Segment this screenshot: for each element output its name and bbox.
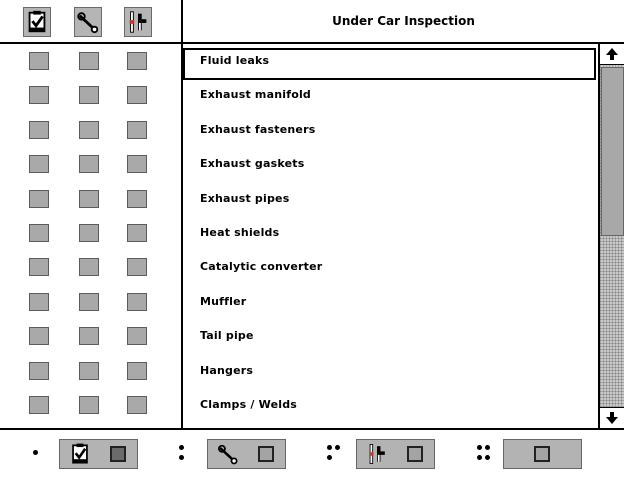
clipboard-check-icon[interactable] xyxy=(23,7,51,37)
list-item[interactable]: Clamps / Welds xyxy=(0,388,598,422)
footer-tab-4[interactable] xyxy=(503,439,582,469)
item-label: Exhaust fasteners xyxy=(200,122,316,136)
item-checkbox[interactable] xyxy=(29,292,49,311)
list-item[interactable]: Hangers xyxy=(0,354,598,388)
footer-tab-1[interactable] xyxy=(59,439,138,469)
item-checkbox[interactable] xyxy=(79,258,99,277)
clipboard-check-icon xyxy=(72,443,88,464)
item-checkbox[interactable] xyxy=(127,189,147,208)
item-checkbox[interactable] xyxy=(79,224,99,242)
footer-bar xyxy=(0,428,624,478)
footer-tab-checkbox[interactable] xyxy=(110,446,126,462)
item-checkbox[interactable] xyxy=(127,292,147,311)
dot-indicator-1 xyxy=(30,430,42,478)
scroll-down-button[interactable] xyxy=(600,407,624,428)
item-checkbox[interactable] xyxy=(29,258,49,277)
item-label: Tail pipe xyxy=(200,329,254,343)
list-item[interactable]: Exhaust pipes xyxy=(0,182,598,216)
footer-tab-checkbox[interactable] xyxy=(258,446,274,462)
item-checkbox[interactable] xyxy=(127,120,147,139)
list-item[interactable]: Muffler xyxy=(0,285,598,319)
item-checkbox[interactable] xyxy=(127,224,147,242)
item-label: Hangers xyxy=(200,363,254,377)
footer-tab-2[interactable] xyxy=(207,439,286,469)
item-checkbox[interactable] xyxy=(79,189,99,208)
arrow-down-icon xyxy=(606,412,618,424)
item-checkbox[interactable] xyxy=(127,396,147,414)
inspection-window: Under Car Inspection Fluid leaks Exhaust … xyxy=(0,0,624,478)
item-checkbox[interactable] xyxy=(127,86,147,105)
item-label: Exhaust manifold xyxy=(200,88,312,102)
scroll-track[interactable] xyxy=(600,65,624,407)
item-label: Exhaust pipes xyxy=(200,191,290,205)
item-checkbox[interactable] xyxy=(127,258,147,277)
item-checkbox[interactable] xyxy=(79,86,99,105)
footer-tab-checkbox[interactable] xyxy=(534,446,550,462)
page-title: Under Car Inspection xyxy=(332,14,475,28)
list-item[interactable]: Exhaust manifold xyxy=(0,78,598,112)
item-checkbox[interactable] xyxy=(79,327,99,346)
item-checkbox[interactable] xyxy=(79,120,99,139)
list-item[interactable]: Catalytic converter xyxy=(0,250,598,284)
item-checkbox[interactable] xyxy=(127,155,147,174)
list-item[interactable]: Exhaust gaskets xyxy=(0,147,598,181)
item-checkbox[interactable] xyxy=(29,52,49,70)
list-item[interactable]: Heat shields xyxy=(0,216,598,250)
scroll-up-button[interactable] xyxy=(600,44,624,65)
item-label: Muffler xyxy=(200,294,247,308)
item-checkbox[interactable] xyxy=(29,189,49,208)
item-label: Catalytic converter xyxy=(200,260,323,274)
item-checkbox[interactable] xyxy=(79,396,99,414)
parts-icon[interactable] xyxy=(124,7,152,37)
item-checkbox[interactable] xyxy=(127,361,147,380)
item-label: Exhaust gaskets xyxy=(200,157,305,171)
list-item[interactable]: Tail pipe xyxy=(0,319,598,353)
item-checkbox[interactable] xyxy=(29,361,49,380)
item-checkbox[interactable] xyxy=(29,396,49,414)
wrench-icon[interactable] xyxy=(74,7,102,37)
arrow-up-icon xyxy=(606,48,618,60)
parts-icon xyxy=(369,444,385,464)
footer-tab-checkbox[interactable] xyxy=(407,446,423,462)
list-item[interactable]: Exhaust fasteners xyxy=(0,113,598,147)
scroll-thumb[interactable] xyxy=(601,67,624,236)
item-checkbox[interactable] xyxy=(79,361,99,380)
list-item[interactable]: Fluid leaks xyxy=(0,44,598,80)
item-checkbox[interactable] xyxy=(127,52,147,70)
wrench-icon xyxy=(218,444,238,465)
item-checkbox[interactable] xyxy=(29,155,49,174)
item-checkbox[interactable] xyxy=(79,292,99,311)
item-checkbox[interactable] xyxy=(29,224,49,242)
item-checkbox[interactable] xyxy=(29,86,49,105)
vertical-scrollbar[interactable] xyxy=(598,44,624,428)
item-label: Fluid leaks xyxy=(200,54,270,67)
footer-tab-3[interactable] xyxy=(356,439,435,469)
item-label: Clamps / Welds xyxy=(200,398,298,411)
item-checkbox[interactable] xyxy=(29,120,49,139)
item-checkbox[interactable] xyxy=(79,52,99,70)
item-label: Heat shields xyxy=(200,226,280,239)
item-checkbox[interactable] xyxy=(29,327,49,346)
dot-indicator-4 xyxy=(476,430,494,478)
item-checkbox[interactable] xyxy=(127,327,147,346)
item-checkbox[interactable] xyxy=(79,155,99,174)
dot-indicator-2 xyxy=(176,430,188,478)
dot-indicator-3 xyxy=(326,430,344,478)
header-bar: Under Car Inspection xyxy=(0,0,624,44)
